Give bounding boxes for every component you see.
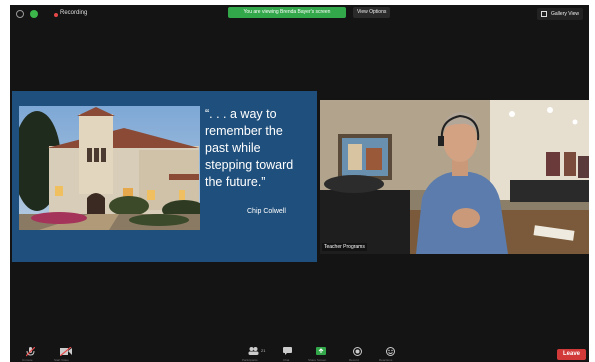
chat-label: Chat [283, 358, 290, 362]
meeting-controls: Unmute Start Video 21 Participants Chat … [10, 341, 589, 362]
share-screen-label: Share Screen [308, 358, 327, 362]
chat-icon [283, 347, 292, 355]
quote-attribution: Chip Colwell [247, 208, 286, 215]
video-camera-off-icon [60, 347, 72, 356]
record-label: Record [349, 358, 359, 362]
leave-button[interactable]: Leave [557, 349, 586, 360]
window-border-right [589, 0, 595, 362]
participant-name-label: Teacher Programs [322, 243, 367, 251]
record-icon [353, 347, 362, 356]
meeting-window: Recording You are viewing Brenda Bayer's… [0, 0, 595, 362]
building-photo [19, 106, 200, 230]
top-bar: Recording You are viewing Brenda Bayer's… [10, 5, 589, 22]
info-icon[interactable] [16, 10, 24, 18]
grid-icon [541, 11, 548, 17]
window-border-left [0, 0, 10, 362]
gallery-view-label: Gallery View [551, 11, 579, 17]
mute-label: Unmute [22, 358, 33, 362]
reactions-label: Reactions [379, 358, 393, 362]
participants-icon [248, 347, 259, 355]
screen-share-banner: You are viewing Brenda Bayer's screen [228, 7, 346, 18]
recording-dot-icon [54, 13, 58, 17]
microphone-muted-icon [26, 347, 35, 357]
share-screen-icon [316, 347, 326, 355]
shield-icon[interactable] [30, 10, 38, 18]
participants-label: Participants [242, 358, 258, 362]
start-video-label: Start Video [54, 358, 69, 362]
smiley-icon [386, 347, 395, 356]
view-options-button[interactable]: View Options [353, 7, 391, 18]
recording-label: Recording [60, 10, 88, 16]
shared-slide: “. . . a way to remember the past while … [12, 91, 317, 262]
participant-video[interactable]: Teacher Programs [320, 100, 589, 254]
participants-count: 21 [261, 348, 266, 353]
gallery-view-button[interactable]: Gallery View [537, 8, 583, 20]
slide-quote: “. . . a way to remember the past while … [205, 107, 294, 189]
